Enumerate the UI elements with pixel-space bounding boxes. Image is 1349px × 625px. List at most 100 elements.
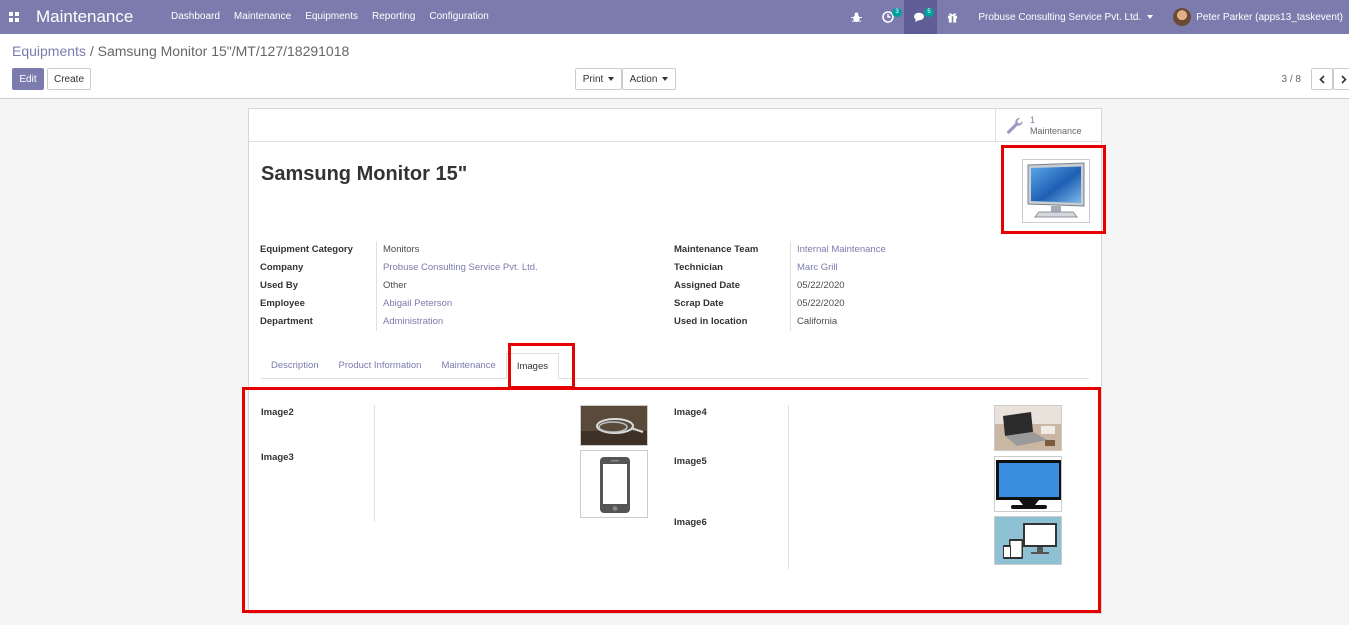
notebook-tabs: Description Product Information Maintena… — [261, 353, 1089, 379]
field-value: 05/22/2020 — [790, 295, 845, 313]
user-menu[interactable]: Peter Parker (apps13_taskevent) — [1163, 8, 1349, 26]
print-label: Print — [582, 73, 604, 85]
image6-label: Image6 — [674, 517, 707, 528]
action-label: Action — [629, 73, 658, 85]
image2-field[interactable] — [580, 405, 648, 446]
activity-badge: 3 — [892, 8, 902, 17]
menu-equipments[interactable]: Equipments — [298, 0, 365, 34]
field-value-link[interactable]: Internal Maintenance — [790, 241, 886, 259]
field-label: Used in location — [674, 316, 748, 327]
main-menu: Dashboard Maintenance Equipments Reporti… — [164, 0, 496, 34]
field-label: Technician — [674, 262, 723, 273]
left-field-group: Equipment Category Monitors Company Probus… — [260, 241, 538, 331]
tab-maintenance[interactable]: Maintenance — [431, 353, 505, 378]
menu-configuration[interactable]: Configuration — [422, 0, 495, 34]
stat-text: 1 Maintenance — [1030, 115, 1082, 137]
chevron-down-icon — [662, 77, 669, 81]
divider — [788, 405, 789, 569]
chevron-right-icon — [1341, 74, 1347, 84]
laptop-desk-image — [995, 406, 1061, 450]
menu-reporting[interactable]: Reporting — [365, 0, 422, 34]
smartphone-image — [600, 457, 630, 513]
chevron-down-icon — [608, 77, 615, 81]
chevron-down-icon — [1147, 15, 1154, 19]
pager-next-button[interactable] — [1333, 68, 1349, 90]
pager-value[interactable]: 3 / 8 — [1282, 74, 1301, 85]
button-box: 1 Maintenance — [249, 109, 1101, 142]
field-label: Scrap Date — [674, 298, 724, 309]
field-row: Used in location California — [674, 313, 886, 331]
tab-product-information[interactable]: Product Information — [329, 353, 432, 378]
record-title: Samsung Monitor 15" — [261, 163, 468, 185]
field-label: Assigned Date — [674, 280, 740, 291]
bug-icon[interactable] — [841, 0, 872, 34]
chevron-left-icon — [1319, 74, 1325, 84]
activity-clock-icon[interactable]: 3 — [872, 0, 904, 34]
breadcrumb-current: Samsung Monitor 15"/MT/127/18291018 — [97, 43, 350, 59]
stat-count: 1 — [1030, 114, 1036, 125]
print-dropdown[interactable]: Print — [575, 68, 622, 90]
action-dropdown[interactable]: Action — [622, 68, 676, 90]
avatar — [1173, 8, 1192, 26]
control-panel: Equipments / Samsung Monitor 15"/MT/127/… — [0, 34, 1349, 99]
create-button[interactable]: Create — [47, 68, 91, 90]
field-label: Equipment Category — [260, 244, 353, 255]
tab-description[interactable]: Description — [261, 353, 329, 378]
field-row: Assigned Date 05/22/2020 — [674, 277, 886, 295]
menu-maintenance[interactable]: Maintenance — [227, 0, 298, 34]
company-switcher[interactable]: Probuse Consulting Service Pvt. Ltd. — [968, 12, 1163, 23]
messages-icon[interactable]: 5 — [904, 0, 938, 34]
equipment-image[interactable] — [1022, 159, 1090, 223]
breadcrumb: Equipments / Samsung Monitor 15"/MT/127/… — [12, 43, 349, 59]
field-row: Maintenance Team Internal Maintenance — [674, 241, 886, 259]
field-row: Used By Other — [260, 277, 538, 295]
field-label: Company — [260, 262, 304, 273]
pager-previous-button[interactable] — [1311, 68, 1333, 90]
form-sheet: 1 Maintenance Samsung Monitor 15" Equipm… — [248, 108, 1102, 614]
image2-label: Image2 — [261, 407, 294, 418]
field-label: Department — [260, 316, 313, 327]
monitor-image — [1027, 162, 1085, 218]
app-title[interactable]: Maintenance — [36, 7, 164, 27]
menu-dashboard[interactable]: Dashboard — [164, 0, 227, 34]
edit-button[interactable]: Edit — [12, 68, 44, 90]
image5-field[interactable] — [994, 456, 1062, 512]
devices-image — [995, 517, 1061, 564]
breadcrumb-equipments[interactable]: Equipments — [12, 43, 86, 59]
image6-field[interactable] — [994, 516, 1062, 565]
right-field-group: Maintenance Team Internal Maintenance Tec… — [674, 241, 886, 331]
field-row: Technician Marc Grill — [674, 259, 886, 277]
image5-label: Image5 — [674, 456, 707, 467]
navbar-systray: 3 5 Probuse Consulting Service Pvt. Ltd.… — [841, 0, 1349, 34]
field-value: Other — [376, 277, 407, 295]
tab-images[interactable]: Images — [505, 353, 559, 379]
field-value-link[interactable]: Administration — [376, 313, 443, 331]
messages-badge: 5 — [924, 8, 934, 17]
field-row: Equipment Category Monitors — [260, 241, 538, 259]
divider — [374, 405, 375, 522]
field-value-link[interactable]: Marc Grill — [790, 259, 838, 277]
image3-label: Image3 — [261, 452, 294, 463]
cable-image — [581, 406, 647, 445]
field-row: Company Probuse Consulting Service Pvt. L… — [260, 259, 538, 277]
field-value: California — [790, 313, 837, 331]
gift-icon[interactable] — [937, 0, 968, 34]
field-row: Department Administration — [260, 313, 538, 331]
field-label: Maintenance Team — [674, 244, 759, 255]
image4-label: Image4 — [674, 407, 707, 418]
field-value-link[interactable]: Probuse Consulting Service Pvt. Ltd. — [376, 259, 538, 277]
image3-field[interactable] — [580, 450, 648, 518]
field-row: Scrap Date 05/22/2020 — [674, 295, 886, 313]
tv-monitor-image — [996, 460, 1061, 509]
field-value: Monitors — [376, 241, 419, 259]
maintenance-stat-button[interactable]: 1 Maintenance — [995, 109, 1101, 142]
field-value-link[interactable]: Abigail Peterson — [376, 295, 452, 313]
user-name: Peter Parker (apps13_taskevent) — [1196, 11, 1343, 23]
stat-label: Maintenance — [1030, 125, 1082, 136]
image4-field[interactable] — [994, 405, 1062, 451]
company-name: Probuse Consulting Service Pvt. Ltd. — [978, 11, 1142, 23]
apps-menu-icon[interactable] — [0, 0, 28, 34]
breadcrumb-separator: / — [85, 43, 98, 59]
field-label: Employee — [260, 298, 305, 309]
field-value: 05/22/2020 — [790, 277, 845, 295]
